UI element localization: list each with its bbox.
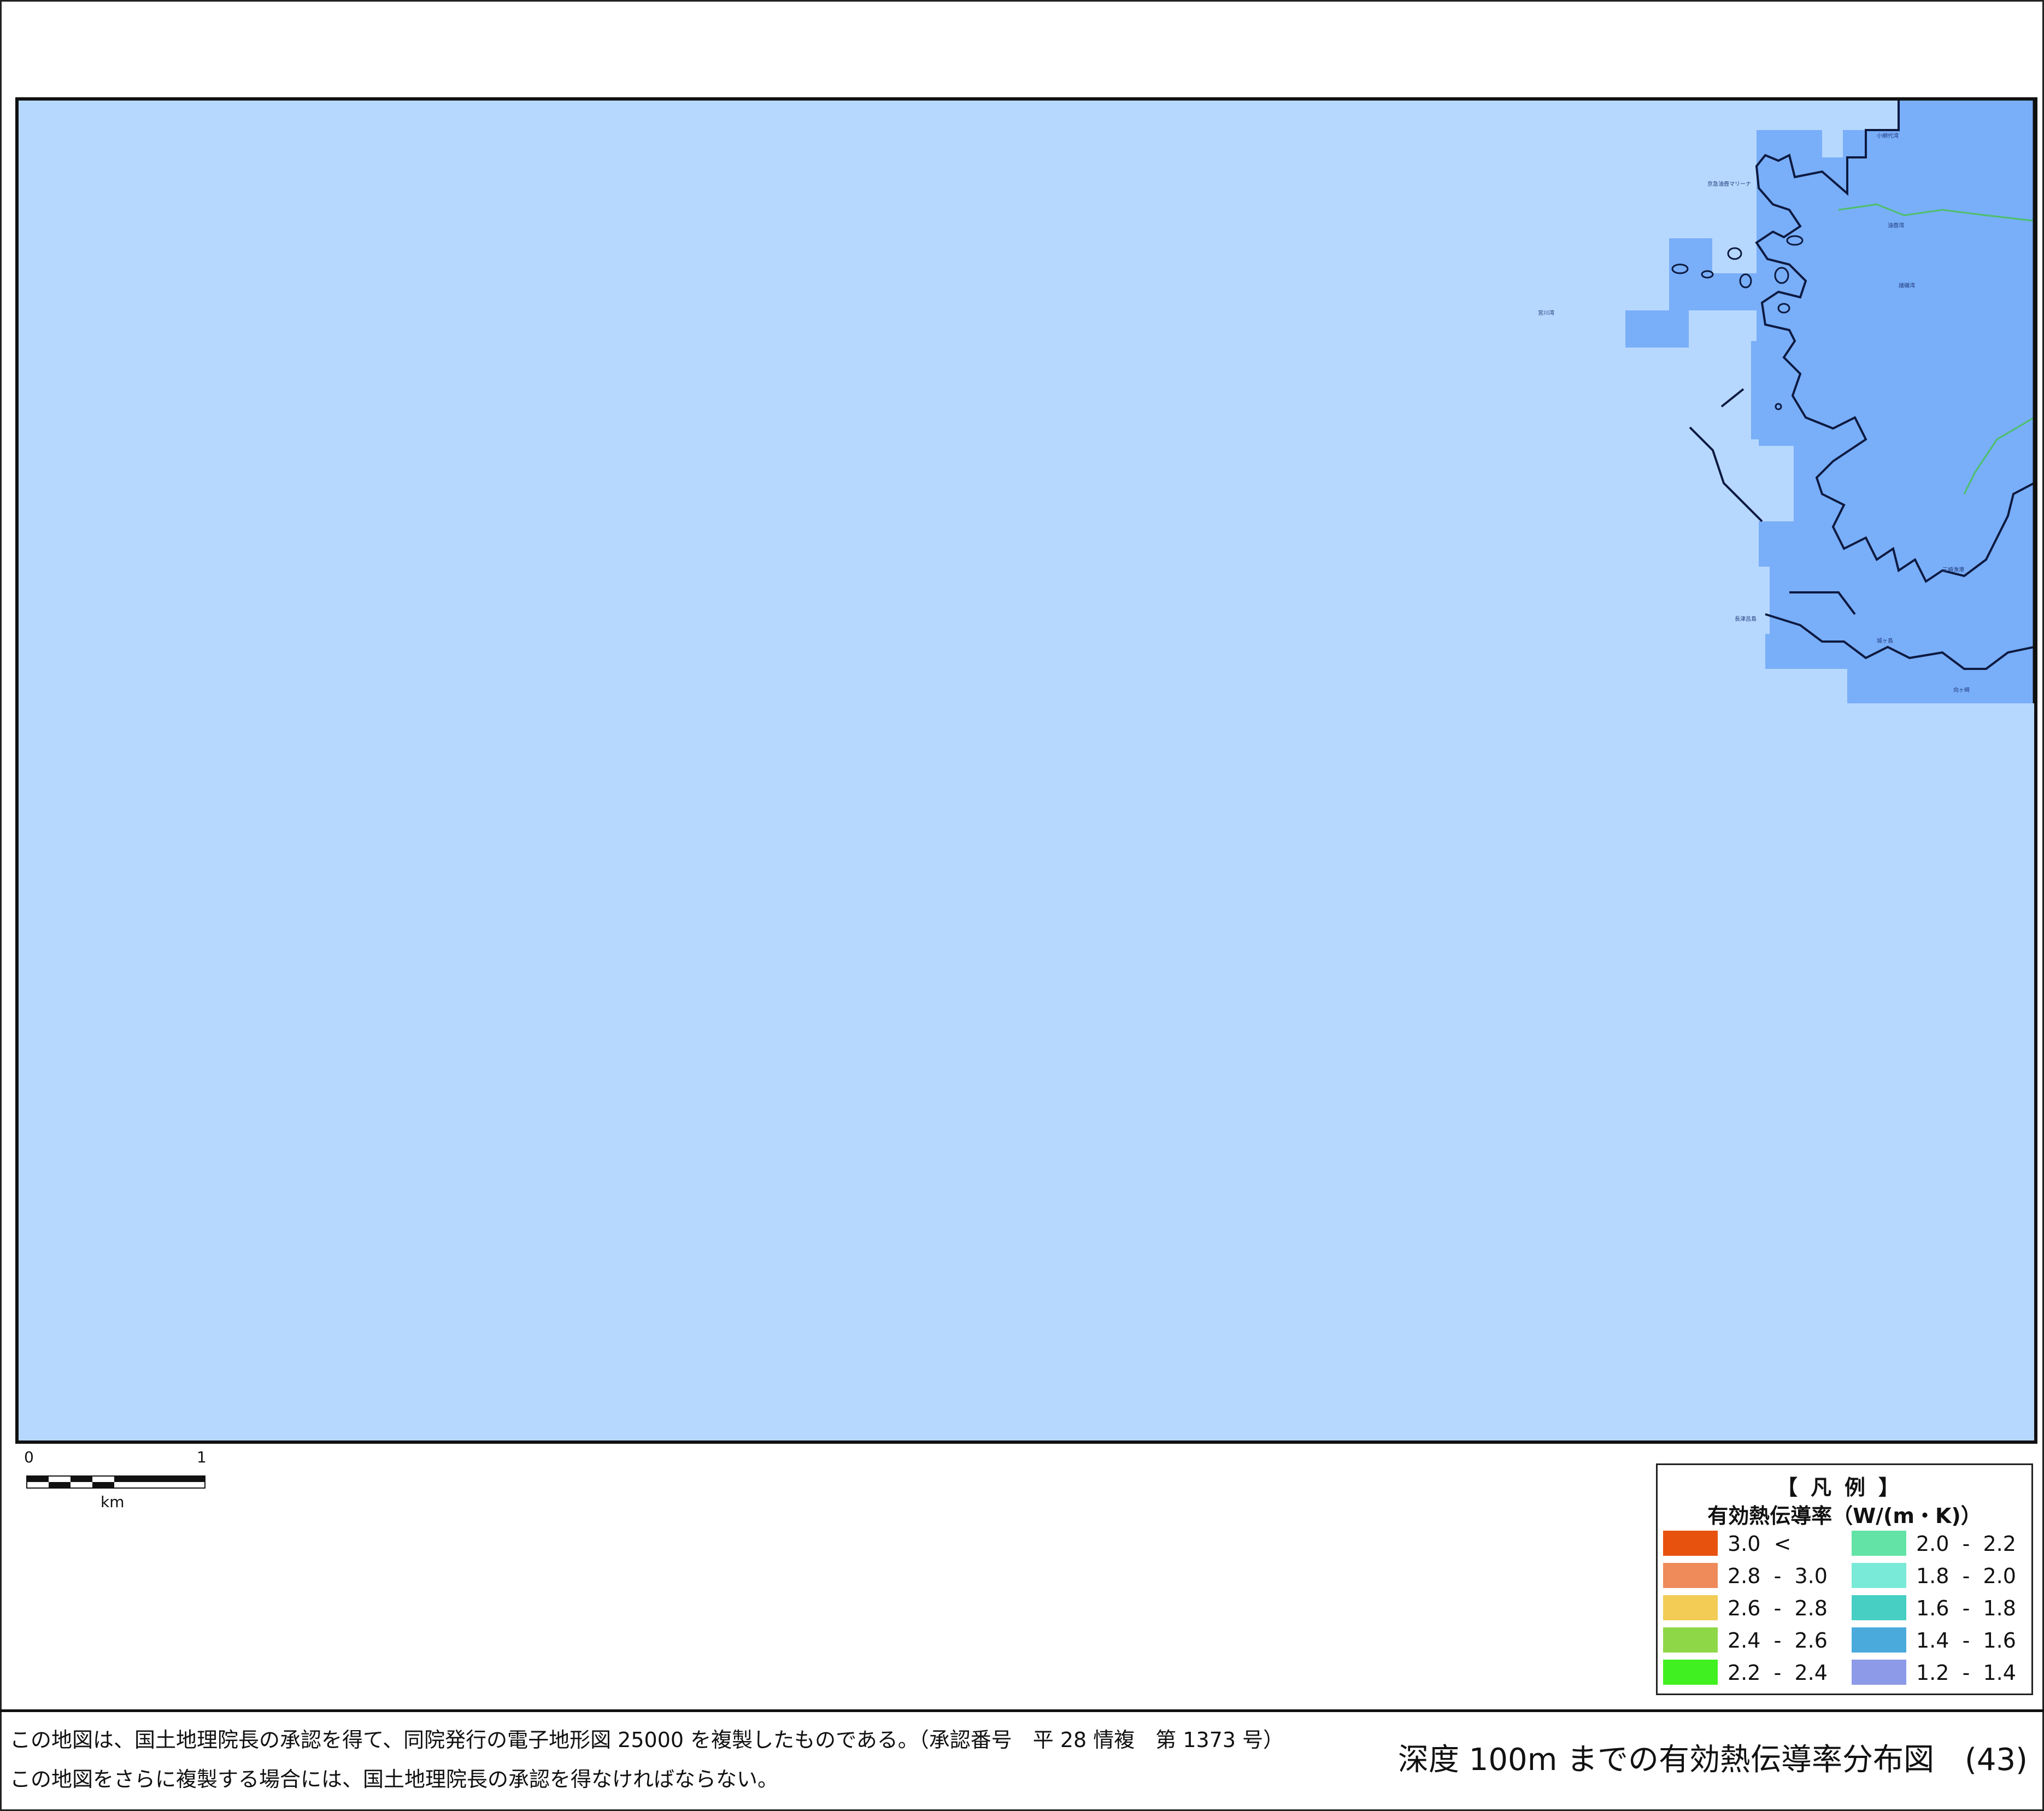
legend-swatch [1852, 1563, 1906, 1588]
legend-swatch [1663, 1660, 1718, 1685]
legend-item: 2.0 - 2.2 [1852, 1530, 2027, 1557]
legend-item: 1.6 - 1.8 [1852, 1594, 2027, 1621]
legend-label: 2.2 - 2.4 [1728, 1661, 1828, 1685]
footer-divider [0, 1709, 2044, 1712]
legend-swatch [1852, 1660, 1906, 1685]
legend-label: 1.2 - 1.4 [1916, 1661, 2016, 1685]
legend-label: 3.0 < [1728, 1532, 1792, 1556]
legend-label: 1.6 - 1.8 [1916, 1596, 2016, 1620]
scale-bar-graphic [26, 1475, 205, 1489]
islet [1727, 247, 1742, 260]
place-label: 城ヶ島 [1877, 638, 1893, 644]
scale-unit-label: km [101, 1493, 125, 1511]
scale-end-label: 1 [197, 1448, 207, 1466]
map-title: 深度 100m までの有効熱伝導率分布図 (43) [1398, 1742, 2028, 1778]
legend-label: 2.6 - 2.8 [1728, 1596, 1828, 1620]
legend-title: 【凡例】 [1776, 1475, 1912, 1500]
legend-item: 1.8 - 2.0 [1852, 1562, 2027, 1589]
legend-swatch [1663, 1563, 1718, 1588]
land-block [1847, 130, 1986, 703]
legend: 【凡例】 有効熱伝導率（W/(m・K)） 3.0 < 2.8 - 3.0 2.6 -… [1656, 1463, 2033, 1695]
scale-bar: 0 1 km [24, 1448, 210, 1511]
legend-item: 2.8 - 3.0 [1663, 1562, 1838, 1589]
place-label: 向ヶ崎 [1953, 687, 1970, 693]
place-label: 小網代湾 [1877, 133, 1899, 139]
legend-swatch [1852, 1627, 1906, 1653]
legend-swatch [1663, 1531, 1718, 1556]
place-label: 宮川湾 [1538, 310, 1554, 316]
legend-item: 3.0 < [1663, 1530, 1838, 1557]
coastline-land-area [1625, 101, 2034, 1440]
legend-label: 1.4 - 1.6 [1916, 1628, 2016, 1653]
legend-item: 1.4 - 1.6 [1852, 1626, 2027, 1654]
place-label: 京急油壺マリーナ [1707, 181, 1751, 187]
breakwater [1720, 388, 1745, 408]
legend-label: 2.0 - 2.2 [1916, 1532, 2016, 1556]
legend-label: 1.8 - 2.0 [1916, 1564, 2016, 1588]
legend-swatch [1852, 1531, 1906, 1556]
copyright-note-line1: この地図は、国土地理院長の承認を得て、同院発行の電子地形図 25000 を複製し… [10, 1728, 1284, 1752]
legend-swatch [1852, 1595, 1906, 1620]
copyright-note-line2: この地図をさらに複製する場合には、国土地理院長の承認を得なければならない。 [10, 1767, 779, 1791]
legend-label: 2.4 - 2.6 [1728, 1628, 1828, 1653]
legend-item: 2.4 - 2.6 [1663, 1626, 1838, 1654]
legend-item: 2.6 - 2.8 [1663, 1594, 1838, 1621]
legend-unit: 有効熱伝導率（W/(m・K)） [1707, 1504, 1982, 1528]
map-area[interactable]: 小網代湾 京急油壺マリーナ 油壺湾 諸磯湾 城ヶ島 三崎漁港 長津呂島 向ヶ崎 … [15, 97, 2037, 1444]
scale-start-label: 0 [24, 1448, 34, 1466]
place-label: 諸磯湾 [1899, 283, 1915, 289]
legend-item: 1.2 - 1.4 [1852, 1659, 2027, 1686]
legend-label: 2.8 - 3.0 [1728, 1564, 1828, 1588]
map-sheet: 小網代湾 京急油壺マリーナ 油壺湾 諸磯湾 城ヶ島 三崎漁港 長津呂島 向ヶ崎 … [0, 0, 2044, 1811]
place-label: 三崎漁港 [1942, 567, 1964, 573]
breakwater [1689, 426, 1763, 522]
place-label: 油壺湾 [1888, 223, 1904, 229]
copyright-note: この地図は、国土地理院長の承認を得て、同院発行の電子地形図 25000 を複製し… [10, 1720, 1284, 1799]
legend-swatch [1663, 1595, 1718, 1620]
legend-swatch [1663, 1627, 1718, 1653]
place-label: 長津呂島 [1735, 616, 1757, 622]
legend-item: 2.2 - 2.4 [1663, 1659, 1838, 1686]
